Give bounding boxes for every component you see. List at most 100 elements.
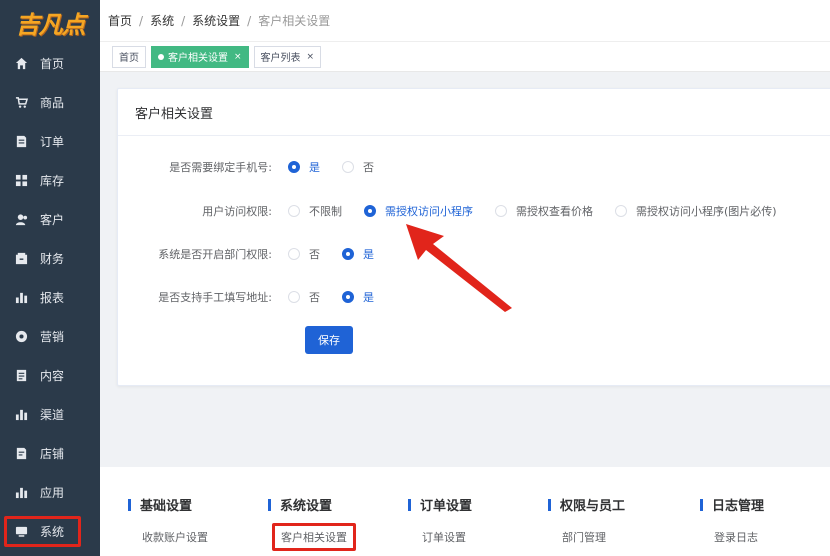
bottom-nav-title: 系统设置 [268, 495, 332, 514]
radio-circle-icon[interactable] [364, 205, 376, 217]
sidebar-item-label: 商品 [40, 96, 65, 110]
breadcrumb: 首页 / 系统 / 系统设置 / 客户相关设置 [100, 0, 830, 42]
breadcrumb-separator: / [139, 13, 144, 28]
title-bar-icon [128, 498, 131, 511]
breadcrumb-item[interactable]: 系统 [150, 12, 174, 29]
bottom-nav-title-text: 订单设置 [420, 499, 473, 514]
bottom-nav-title-text: 基础设置 [140, 499, 193, 514]
tab-label: 客户列表 [260, 53, 301, 64]
tab-2[interactable]: 客户列表 × [253, 45, 322, 68]
radio-circle-icon[interactable] [615, 205, 627, 217]
sidebar-item-4[interactable]: 客户 [0, 200, 100, 239]
tab-label: 首页 [119, 53, 139, 64]
radio-circle-icon[interactable] [288, 248, 300, 260]
radio-circle-icon[interactable] [495, 205, 507, 217]
tabs-bar: 首页 客户相关设置 × 客户列表 × [100, 42, 830, 72]
form-label: 用户访问权限: [202, 205, 272, 218]
radio-label: 否 [309, 248, 320, 261]
breadcrumb-item: 客户相关设置 [258, 14, 331, 28]
radio-circle-icon[interactable] [342, 291, 354, 303]
radio-option[interactable]: 不限制 [288, 203, 342, 219]
sidebar-item-label: 订单 [40, 135, 65, 149]
radio-label: 是 [309, 161, 320, 174]
sidebar-item-2[interactable]: 订单 [0, 122, 100, 161]
bottom-nav-link[interactable]: 登录日志 [714, 529, 758, 545]
bottom-nav-link[interactable]: 收款账户设置 [142, 529, 208, 545]
radio-option[interactable]: 需授权查看价格 [495, 203, 593, 219]
radio-option[interactable]: 是 [288, 159, 320, 175]
sidebar-item-label: 内容 [40, 369, 65, 383]
card-title: 客户相关设置 [118, 89, 830, 136]
title-bar-icon [700, 498, 703, 511]
title-bar-icon [548, 498, 551, 511]
sidebar-item-label: 系统 [40, 525, 65, 539]
tab-0[interactable]: 首页 [112, 45, 146, 68]
radio-label: 否 [363, 161, 374, 174]
sidebar-item-12[interactable]: 系统 [0, 512, 100, 551]
sidebar-item-5[interactable]: 财务 [0, 239, 100, 278]
sidebar-item-6[interactable]: 报表 [0, 278, 100, 317]
sidebar-item-3[interactable]: 库存 [0, 161, 100, 200]
radio-option[interactable]: 需授权访问小程序(图片必传) [615, 203, 777, 219]
home-icon [14, 57, 28, 71]
radio-circle-icon[interactable] [342, 161, 354, 173]
cart-icon [14, 96, 28, 110]
form-row: 是否支持手工填写地址: 否 是 [118, 287, 396, 307]
sidebar-item-1[interactable]: 商品 [0, 83, 100, 122]
radio-option[interactable]: 需授权访问小程序 [364, 203, 473, 219]
active-dot-icon [158, 53, 164, 60]
sidebar-item-label: 店铺 [40, 447, 65, 461]
bottom-nav-link[interactable]: 部门管理 [562, 529, 606, 545]
form-label: 是否支持手工填写地址: [158, 291, 272, 304]
sidebar-item-8[interactable]: 内容 [0, 356, 100, 395]
radio-circle-icon[interactable] [288, 161, 300, 173]
radio-option[interactable]: 否 [342, 159, 374, 175]
radio-label: 否 [309, 291, 320, 304]
logo-text: 吉凡点 [15, 9, 86, 39]
bar-chart-icon [14, 291, 28, 305]
sidebar-item-label: 营销 [40, 330, 65, 344]
bottom-nav-panel: 基础设置 收款账户设置 系统设置 客户相关设置 订单设置 订单设置 权限与员工 部门管理 日志管… [100, 467, 830, 556]
logo[interactable]: 吉凡点 [0, 0, 100, 44]
save-button[interactable]: 保存 [305, 326, 353, 354]
breadcrumb-separator: / [181, 13, 186, 28]
sidebar-item-0[interactable]: 首页 [0, 44, 100, 83]
radio-circle-icon[interactable] [288, 205, 300, 217]
tab-label: 客户相关设置 [168, 53, 228, 64]
sidebar-item-label: 客户 [40, 213, 65, 227]
bottom-nav-title: 基础设置 [128, 495, 192, 514]
radio-option[interactable]: 是 [342, 246, 374, 262]
bar-chart-icon [14, 486, 28, 500]
tab-1[interactable]: 客户相关设置 × [151, 45, 249, 68]
close-icon[interactable]: × [307, 52, 315, 62]
sidebar-nav: 首页商品订单库存客户财务 报表营销内容渠道店铺应用系统 [0, 44, 100, 551]
radio-label: 不限制 [309, 205, 342, 218]
close-icon[interactable]: × [234, 52, 242, 62]
sidebar-item-10[interactable]: 店铺 [0, 434, 100, 473]
sidebar-item-label: 渠道 [40, 408, 65, 422]
form-row: 用户访问权限: 不限制 需授权访问小程序 需授权查看价格 需授权访问小程序(图片必传) [118, 201, 799, 221]
sidebar-item-11[interactable]: 应用 [0, 473, 100, 512]
bar-chart-icon [14, 408, 28, 422]
breadcrumb-item[interactable]: 首页 [108, 12, 132, 29]
bottom-nav-title: 订单设置 [408, 495, 472, 514]
user-icon [14, 213, 28, 227]
radio-label: 需授权访问小程序(图片必传) [636, 205, 777, 218]
annotation-arrow-icon [406, 224, 512, 312]
sidebar-item-label: 应用 [40, 486, 65, 500]
radio-circle-icon[interactable] [288, 291, 300, 303]
form-label: 是否需要绑定手机号: [169, 161, 272, 174]
sidebar-item-label: 首页 [40, 57, 65, 71]
radio-option[interactable]: 否 [288, 246, 320, 262]
sidebar-item-9[interactable]: 渠道 [0, 395, 100, 434]
radio-option[interactable]: 是 [342, 289, 374, 305]
radio-option[interactable]: 否 [288, 289, 320, 305]
radio-label: 需授权查看价格 [516, 205, 593, 218]
breadcrumb-item[interactable]: 系统设置 [192, 12, 240, 29]
grid-icon [14, 174, 28, 188]
bottom-nav-link[interactable]: 订单设置 [422, 529, 466, 545]
radio-circle-icon[interactable] [342, 248, 354, 260]
document-icon [14, 369, 28, 383]
sidebar-item-7[interactable]: 营销 [0, 317, 100, 356]
bottom-nav-link[interactable]: 客户相关设置 [272, 523, 356, 551]
